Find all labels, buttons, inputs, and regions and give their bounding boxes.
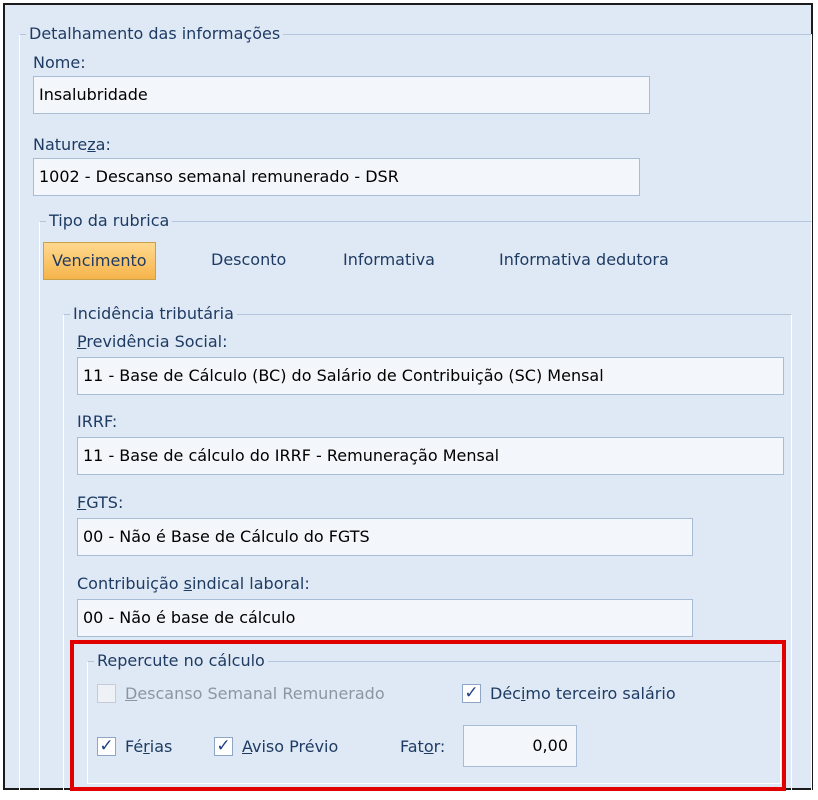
previdencia-field[interactable]: 11 - Base de Cálculo (BC) do Salário de …	[77, 357, 784, 395]
dsr-label: Descanso Semanal Remunerado	[125, 684, 385, 703]
previdencia-label: Previdência Social:	[77, 332, 228, 351]
fator-label: Fator:	[400, 737, 446, 756]
repercute-title: Repercute no cálculo	[97, 651, 265, 670]
details-group-title: Detalhamento das informações	[29, 24, 281, 43]
tab-informativa-dedutora[interactable]: Informativa dedutora	[499, 250, 669, 270]
fgts-label: FGTS:	[77, 493, 124, 512]
form-panel: Detalhamento das informações Nome: Insal…	[3, 3, 813, 800]
tipo-rubrica-title: Tipo da rubrica	[49, 211, 170, 230]
ferias-label: Férias	[125, 737, 173, 756]
irrf-label: IRRF:	[77, 412, 118, 431]
fgts-field[interactable]: 00 - Não é Base de Cálculo do FGTS	[77, 518, 693, 556]
natureza-label: Natureza:	[33, 135, 111, 154]
incidencia-title: Incidência tributária	[73, 304, 234, 323]
decimo-label: Décimo terceiro salário	[490, 684, 676, 703]
nome-field[interactable]: Insalubridade	[33, 76, 650, 114]
ferias-checkbox[interactable]: ✓	[97, 737, 116, 756]
tab-informativa[interactable]: Informativa	[343, 250, 435, 270]
decimo-checkbox[interactable]: ✓	[462, 684, 481, 703]
sindical-label: Contribuição sindical laboral:	[77, 574, 310, 593]
nome-label: Nome:	[33, 53, 86, 72]
aviso-label: Aviso Prévio	[242, 737, 339, 756]
natureza-field[interactable]: 1002 - Descanso semanal remunerado - DSR	[33, 158, 640, 196]
repercute-group: Repercute no cálculo	[87, 652, 781, 784]
irrf-field[interactable]: 11 - Base de cálculo do IRRF - Remuneraç…	[77, 437, 784, 475]
sindical-field[interactable]: 00 - Não é base de cálculo	[77, 599, 693, 637]
dsr-checkbox[interactable]	[97, 684, 116, 703]
tab-vencimento[interactable]: Vencimento	[43, 242, 156, 280]
aviso-checkbox[interactable]: ✓	[214, 737, 233, 756]
tab-desconto[interactable]: Desconto	[211, 250, 286, 270]
fator-input[interactable]: 0,00	[463, 725, 577, 767]
